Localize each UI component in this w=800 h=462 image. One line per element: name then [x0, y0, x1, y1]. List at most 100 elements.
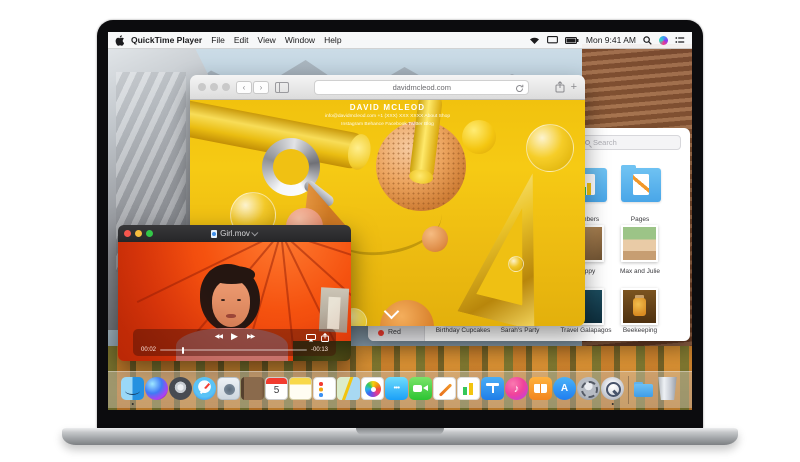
wifi-icon[interactable]: [529, 36, 540, 45]
quicktime-window[interactable]: Girl.mov ◀◀ ▶ ▶▶ 00:02 -00:13: [118, 225, 351, 361]
artwork-bubble: [526, 124, 574, 172]
artwork-gold-triangle: [449, 162, 571, 326]
finder-item-max-and-julie[interactable]: [621, 225, 658, 262]
apple-menu-icon[interactable]: [115, 34, 124, 46]
search-placeholder: Search: [593, 138, 617, 147]
pages-app-icon: [433, 377, 456, 400]
video-frame: ◀◀ ▶ ▶▶ 00:02 -00:13: [118, 242, 351, 361]
dock-pages[interactable]: [433, 375, 456, 405]
macbook-base: [62, 428, 738, 445]
sysprefs-app-icon: [577, 377, 600, 400]
title-chevron-icon[interactable]: [251, 229, 259, 237]
dock-itunes[interactable]: ♪: [505, 375, 528, 405]
finder-item-label: Beekeeping: [622, 327, 658, 334]
dock-quicktime[interactable]: [601, 375, 624, 405]
macbook-notch: [356, 428, 444, 435]
scrubber-track[interactable]: [160, 346, 307, 354]
safari-toolbar: ‹ › davidmcleod.com +: [190, 75, 585, 100]
sidebar-icon[interactable]: [275, 81, 289, 93]
siri-icon[interactable]: [659, 35, 668, 45]
photos-app-icon: [361, 377, 384, 400]
dock-siri[interactable]: [145, 375, 168, 405]
reload-icon[interactable]: [515, 84, 524, 93]
running-indicator: [131, 402, 134, 405]
quicktime-app-icon: [601, 377, 624, 400]
dock-trash[interactable]: [656, 375, 679, 405]
back-button[interactable]: ‹: [236, 80, 252, 94]
menu-help[interactable]: Help: [324, 35, 341, 45]
finder-item-label: Max and Julie: [619, 268, 661, 275]
menu-file[interactable]: File: [211, 35, 225, 45]
siri-app-icon: [145, 377, 168, 400]
dock-calendar[interactable]: 5: [265, 375, 288, 405]
trash-app-icon: [658, 377, 677, 400]
dock-launchpad[interactable]: [169, 375, 192, 405]
menu-bar: QuickTime Player File Edit View Window Help …: [108, 32, 692, 49]
dock-notes[interactable]: [289, 375, 312, 405]
menu-window[interactable]: Window: [285, 35, 315, 45]
window-title: Girl.mov: [220, 229, 250, 238]
numbers-app-icon: [457, 377, 480, 400]
search-icon: [585, 140, 590, 145]
finder-item-pages[interactable]: [621, 165, 661, 202]
page-title: DAVID MCLEOD: [349, 103, 426, 112]
dock-downloads[interactable]: [632, 375, 655, 405]
display-mirroring-icon[interactable]: [546, 36, 558, 44]
menu-view[interactable]: View: [258, 35, 276, 45]
dock-mail[interactable]: [217, 375, 240, 405]
dock-maps[interactable]: [337, 375, 360, 405]
dock-messages[interactable]: •••: [385, 375, 408, 405]
minimize-button[interactable]: [210, 83, 218, 91]
finder-search-input[interactable]: Search: [579, 135, 681, 150]
battery-icon[interactable]: [564, 36, 579, 44]
contacts-app-icon: [241, 377, 264, 400]
playhead[interactable]: [182, 346, 185, 354]
dock-appstore[interactable]: A: [553, 375, 576, 405]
dock-keynote[interactable]: [481, 375, 504, 405]
quicktime-titlebar: Girl.mov: [118, 225, 351, 242]
dock-contacts[interactable]: [241, 375, 264, 405]
forward-button[interactable]: ›: [253, 80, 269, 94]
ibooks-app-icon: [529, 377, 552, 400]
zoom-button[interactable]: [222, 83, 230, 91]
spotlight-icon[interactable]: [643, 35, 652, 45]
dock-facetime[interactable]: [409, 375, 432, 405]
running-indicator: [611, 402, 614, 405]
menu-app-name[interactable]: QuickTime Player: [131, 35, 202, 45]
dock: 5 ••• ♪ A: [108, 371, 692, 408]
share-icon[interactable]: [321, 333, 329, 342]
calendar-app-icon: 5: [265, 377, 288, 400]
dock-reminders[interactable]: [313, 375, 336, 405]
dock-safari[interactable]: [193, 375, 216, 405]
dock-numbers[interactable]: [457, 375, 480, 405]
downloads-app-icon: [632, 377, 655, 400]
fast-forward-button[interactable]: ▶▶: [247, 333, 255, 340]
dock-finder[interactable]: [121, 375, 144, 405]
dock-photos[interactable]: [361, 375, 384, 405]
rewind-button[interactable]: ◀◀: [215, 333, 223, 340]
menu-clock[interactable]: Mon 9:41 AM: [586, 35, 636, 45]
reminders-app-icon: [313, 377, 336, 400]
menu-edit[interactable]: Edit: [234, 35, 249, 45]
close-button[interactable]: [198, 83, 206, 91]
finder-item-label: Pages: [630, 216, 650, 223]
social-links[interactable]: Instagram Behance Facebook Twitter Blog: [226, 122, 550, 127]
share-icon[interactable]: [555, 81, 565, 93]
facetime-app-icon: [409, 377, 432, 400]
safari-app-icon: [193, 377, 216, 400]
dock-ibooks[interactable]: [529, 375, 552, 405]
play-button[interactable]: ▶: [231, 331, 238, 342]
artwork-small-sphere: [422, 226, 448, 252]
new-tab-icon[interactable]: +: [571, 81, 577, 93]
finder-item-beekeeping[interactable]: [621, 288, 658, 325]
contact-links[interactable]: info@davidmcleod.com +1 (XXX) XXX XXXX A…: [226, 114, 550, 119]
mail-app-icon: [217, 377, 240, 400]
notification-center-icon[interactable]: [675, 36, 685, 44]
dock-items: 5 ••• ♪ A: [121, 372, 680, 408]
notes-app-icon: [289, 377, 312, 400]
dock-sysprefs[interactable]: [577, 375, 600, 405]
airplay-icon[interactable]: [306, 333, 316, 342]
address-bar[interactable]: davidmcleod.com: [314, 79, 530, 95]
macbook-screen: Red Numbers Pages Puppy Max and Julie Birthd…: [108, 32, 692, 410]
maps-app-icon: [337, 377, 360, 400]
